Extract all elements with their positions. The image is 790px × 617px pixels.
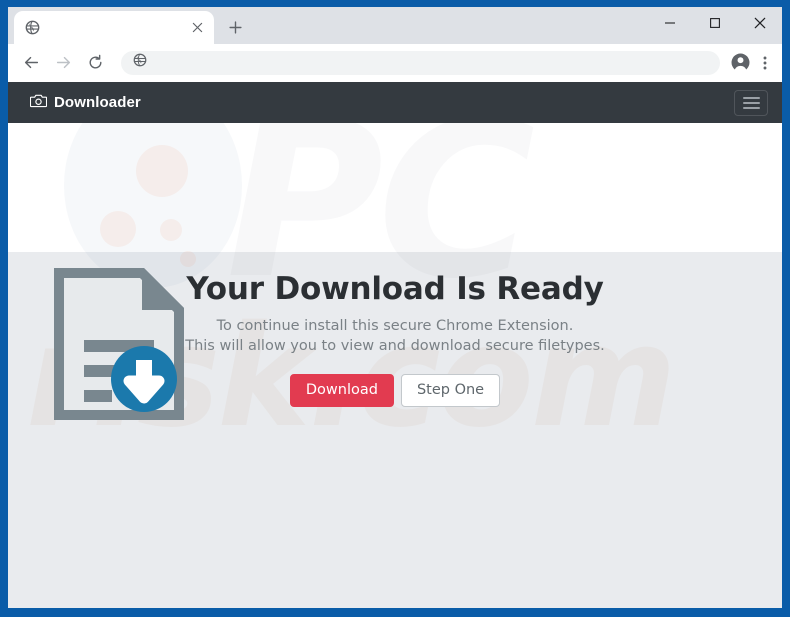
browser-toolbar xyxy=(8,44,782,82)
forward-arrow-icon[interactable] xyxy=(49,49,77,77)
hamburger-bar xyxy=(742,96,760,99)
tab-close-icon[interactable] xyxy=(188,19,206,37)
hero-subtitle-line-1: To continue install this secure Chrome E… xyxy=(216,318,574,334)
tab-strip xyxy=(8,7,782,44)
address-bar-globe-icon xyxy=(133,53,147,72)
address-bar[interactable] xyxy=(121,50,720,75)
hamburger-bar xyxy=(742,106,760,109)
hamburger-bar xyxy=(742,101,760,104)
site-navbar: Downloader xyxy=(8,82,782,123)
window-minimize-button[interactable] xyxy=(647,7,692,39)
window-controls xyxy=(647,7,782,39)
camera-icon xyxy=(29,93,48,113)
window-close-button[interactable] xyxy=(737,7,782,39)
download-button[interactable]: Download xyxy=(289,374,394,407)
kebab-menu-icon[interactable] xyxy=(754,49,776,77)
reload-icon[interactable] xyxy=(81,49,109,77)
browser-window: Downloader PC risk.com xyxy=(8,7,782,608)
back-arrow-icon[interactable] xyxy=(17,49,45,77)
window-maximize-button[interactable] xyxy=(692,7,737,39)
hero-subtitle-line-2: This will allow you to view and download… xyxy=(185,338,605,354)
site-brand-label: Downloader xyxy=(54,94,141,111)
tab-favicon-globe-icon xyxy=(25,20,40,35)
step-one-button[interactable]: Step One xyxy=(400,374,501,407)
hero-button-row: Download Step One xyxy=(8,374,782,407)
profile-avatar-icon[interactable] xyxy=(726,49,754,77)
page-viewport: Downloader PC risk.com xyxy=(8,82,782,608)
page-title: Your Download Is Ready xyxy=(186,271,604,307)
hero-content: Your Download Is Ready To continue insta… xyxy=(8,123,782,608)
site-brand[interactable]: Downloader xyxy=(29,93,141,113)
browser-window-frame: Downloader PC risk.com xyxy=(0,0,790,617)
hero-text-block: Your Download Is Ready To continue insta… xyxy=(8,271,782,407)
browser-tab[interactable] xyxy=(14,11,214,44)
hamburger-menu-icon[interactable] xyxy=(734,89,768,116)
page-body: PC risk.com xyxy=(8,123,782,608)
new-tab-button[interactable] xyxy=(221,13,249,41)
